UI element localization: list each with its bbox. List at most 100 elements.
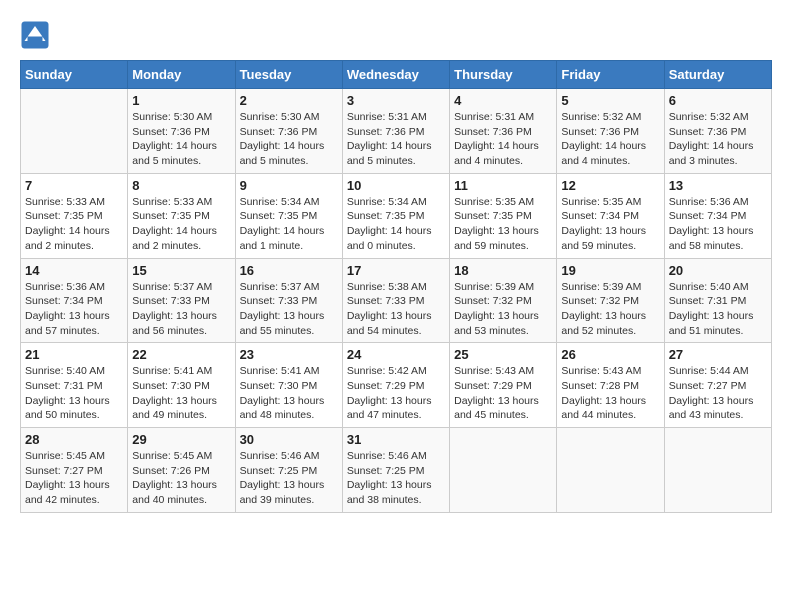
day-details: Sunrise: 5:41 AM Sunset: 7:30 PM Dayligh…: [240, 364, 338, 423]
day-details: Sunrise: 5:36 AM Sunset: 7:34 PM Dayligh…: [669, 195, 767, 254]
column-header-monday: Monday: [128, 61, 235, 89]
calendar-cell: 14 Sunrise: 5:36 AM Sunset: 7:34 PM Dayli…: [21, 258, 128, 343]
calendar-cell: 9 Sunrise: 5:34 AM Sunset: 7:35 PM Daylig…: [235, 173, 342, 258]
calendar-cell: 6 Sunrise: 5:32 AM Sunset: 7:36 PM Daylig…: [664, 89, 771, 174]
header-row: SundayMondayTuesdayWednesdayThursdayFrid…: [21, 61, 772, 89]
day-number: 31: [347, 432, 445, 447]
day-details: Sunrise: 5:31 AM Sunset: 7:36 PM Dayligh…: [454, 110, 552, 169]
day-details: Sunrise: 5:37 AM Sunset: 7:33 PM Dayligh…: [132, 280, 230, 339]
day-details: Sunrise: 5:36 AM Sunset: 7:34 PM Dayligh…: [25, 280, 123, 339]
logo-icon: [20, 20, 50, 50]
day-details: Sunrise: 5:41 AM Sunset: 7:30 PM Dayligh…: [132, 364, 230, 423]
week-row-5: 28Sunrise: 5:45 AM Sunset: 7:27 PM Dayli…: [21, 428, 772, 513]
day-details: Sunrise: 5:45 AM Sunset: 7:26 PM Dayligh…: [132, 449, 230, 508]
calendar-cell: 27 Sunrise: 5:44 AM Sunset: 7:27 PM Dayli…: [664, 343, 771, 428]
day-number: 8: [132, 178, 230, 193]
day-number: 5: [561, 93, 659, 108]
calendar-cell: [21, 89, 128, 174]
calendar-cell: 1 Sunrise: 5:30 AM Sunset: 7:36 PM Daylig…: [128, 89, 235, 174]
day-number: 2: [240, 93, 338, 108]
day-number: 4: [454, 93, 552, 108]
day-number: 3: [347, 93, 445, 108]
day-number: 30: [240, 432, 338, 447]
day-details: Sunrise: 5:32 AM Sunset: 7:36 PM Dayligh…: [669, 110, 767, 169]
day-details: Sunrise: 5:40 AM Sunset: 7:31 PM Dayligh…: [25, 364, 123, 423]
calendar-cell: 15 Sunrise: 5:37 AM Sunset: 7:33 PM Dayli…: [128, 258, 235, 343]
calendar-cell: 5 Sunrise: 5:32 AM Sunset: 7:36 PM Daylig…: [557, 89, 664, 174]
day-details: Sunrise: 5:44 AM Sunset: 7:27 PM Dayligh…: [669, 364, 767, 423]
calendar-cell: 11 Sunrise: 5:35 AM Sunset: 7:35 PM Dayli…: [450, 173, 557, 258]
page-header: [20, 20, 772, 50]
calendar-cell: 26 Sunrise: 5:43 AM Sunset: 7:28 PM Dayli…: [557, 343, 664, 428]
calendar-cell: 24 Sunrise: 5:42 AM Sunset: 7:29 PM Dayli…: [342, 343, 449, 428]
day-number: 16: [240, 263, 338, 278]
column-header-sunday: Sunday: [21, 61, 128, 89]
day-details: Sunrise: 5:43 AM Sunset: 7:28 PM Dayligh…: [561, 364, 659, 423]
calendar-cell: 3 Sunrise: 5:31 AM Sunset: 7:36 PM Daylig…: [342, 89, 449, 174]
calendar-cell: 16 Sunrise: 5:37 AM Sunset: 7:33 PM Dayli…: [235, 258, 342, 343]
calendar-body: 1 Sunrise: 5:30 AM Sunset: 7:36 PM Daylig…: [21, 89, 772, 513]
week-row-3: 14 Sunrise: 5:36 AM Sunset: 7:34 PM Dayli…: [21, 258, 772, 343]
day-details: Sunrise: 5:33 AM Sunset: 7:35 PM Dayligh…: [25, 195, 123, 254]
calendar-cell: 20Sunrise: 5:40 AM Sunset: 7:31 PM Dayli…: [664, 258, 771, 343]
day-number: 1: [132, 93, 230, 108]
calendar-cell: 17Sunrise: 5:38 AM Sunset: 7:33 PM Dayli…: [342, 258, 449, 343]
calendar-cell: 10 Sunrise: 5:34 AM Sunset: 7:35 PM Dayli…: [342, 173, 449, 258]
day-details: Sunrise: 5:35 AM Sunset: 7:35 PM Dayligh…: [454, 195, 552, 254]
day-number: 26: [561, 347, 659, 362]
week-row-4: 21 Sunrise: 5:40 AM Sunset: 7:31 PM Dayli…: [21, 343, 772, 428]
day-number: 18: [454, 263, 552, 278]
day-number: 24: [347, 347, 445, 362]
calendar-cell: 30 Sunrise: 5:46 AM Sunset: 7:25 PM Dayli…: [235, 428, 342, 513]
calendar-cell: 2 Sunrise: 5:30 AM Sunset: 7:36 PM Daylig…: [235, 89, 342, 174]
day-details: Sunrise: 5:42 AM Sunset: 7:29 PM Dayligh…: [347, 364, 445, 423]
calendar-cell: 23 Sunrise: 5:41 AM Sunset: 7:30 PM Dayli…: [235, 343, 342, 428]
week-row-2: 7 Sunrise: 5:33 AM Sunset: 7:35 PM Daylig…: [21, 173, 772, 258]
day-details: Sunrise: 5:33 AM Sunset: 7:35 PM Dayligh…: [132, 195, 230, 254]
column-header-thursday: Thursday: [450, 61, 557, 89]
day-number: 19: [561, 263, 659, 278]
day-details: Sunrise: 5:34 AM Sunset: 7:35 PM Dayligh…: [347, 195, 445, 254]
day-details: Sunrise: 5:31 AM Sunset: 7:36 PM Dayligh…: [347, 110, 445, 169]
calendar-cell: 29Sunrise: 5:45 AM Sunset: 7:26 PM Dayli…: [128, 428, 235, 513]
calendar-cell: 7 Sunrise: 5:33 AM Sunset: 7:35 PM Daylig…: [21, 173, 128, 258]
day-number: 15: [132, 263, 230, 278]
column-header-saturday: Saturday: [664, 61, 771, 89]
calendar-cell: 13 Sunrise: 5:36 AM Sunset: 7:34 PM Dayli…: [664, 173, 771, 258]
calendar-cell: 28Sunrise: 5:45 AM Sunset: 7:27 PM Dayli…: [21, 428, 128, 513]
calendar-cell: 19 Sunrise: 5:39 AM Sunset: 7:32 PM Dayli…: [557, 258, 664, 343]
day-number: 11: [454, 178, 552, 193]
day-details: Sunrise: 5:34 AM Sunset: 7:35 PM Dayligh…: [240, 195, 338, 254]
column-header-tuesday: Tuesday: [235, 61, 342, 89]
day-number: 23: [240, 347, 338, 362]
day-number: 25: [454, 347, 552, 362]
day-details: Sunrise: 5:35 AM Sunset: 7:34 PM Dayligh…: [561, 195, 659, 254]
calendar-cell: 31 Sunrise: 5:46 AM Sunset: 7:25 PM Dayli…: [342, 428, 449, 513]
day-number: 14: [25, 263, 123, 278]
day-number: 9: [240, 178, 338, 193]
day-details: Sunrise: 5:30 AM Sunset: 7:36 PM Dayligh…: [240, 110, 338, 169]
day-details: Sunrise: 5:39 AM Sunset: 7:32 PM Dayligh…: [561, 280, 659, 339]
day-number: 7: [25, 178, 123, 193]
day-number: 10: [347, 178, 445, 193]
calendar-cell: 18 Sunrise: 5:39 AM Sunset: 7:32 PM Dayli…: [450, 258, 557, 343]
column-header-friday: Friday: [557, 61, 664, 89]
day-number: 13: [669, 178, 767, 193]
day-number: 21: [25, 347, 123, 362]
calendar-cell: [450, 428, 557, 513]
day-details: Sunrise: 5:30 AM Sunset: 7:36 PM Dayligh…: [132, 110, 230, 169]
day-details: Sunrise: 5:39 AM Sunset: 7:32 PM Dayligh…: [454, 280, 552, 339]
calendar-cell: [557, 428, 664, 513]
day-number: 6: [669, 93, 767, 108]
day-details: Sunrise: 5:46 AM Sunset: 7:25 PM Dayligh…: [240, 449, 338, 508]
day-details: Sunrise: 5:45 AM Sunset: 7:27 PM Dayligh…: [25, 449, 123, 508]
week-row-1: 1 Sunrise: 5:30 AM Sunset: 7:36 PM Daylig…: [21, 89, 772, 174]
day-details: Sunrise: 5:46 AM Sunset: 7:25 PM Dayligh…: [347, 449, 445, 508]
day-details: Sunrise: 5:37 AM Sunset: 7:33 PM Dayligh…: [240, 280, 338, 339]
day-details: Sunrise: 5:40 AM Sunset: 7:31 PM Dayligh…: [669, 280, 767, 339]
calendar-header: SundayMondayTuesdayWednesdayThursdayFrid…: [21, 61, 772, 89]
calendar-cell: 4 Sunrise: 5:31 AM Sunset: 7:36 PM Daylig…: [450, 89, 557, 174]
day-details: Sunrise: 5:32 AM Sunset: 7:36 PM Dayligh…: [561, 110, 659, 169]
day-number: 27: [669, 347, 767, 362]
calendar-table: SundayMondayTuesdayWednesdayThursdayFrid…: [20, 60, 772, 513]
